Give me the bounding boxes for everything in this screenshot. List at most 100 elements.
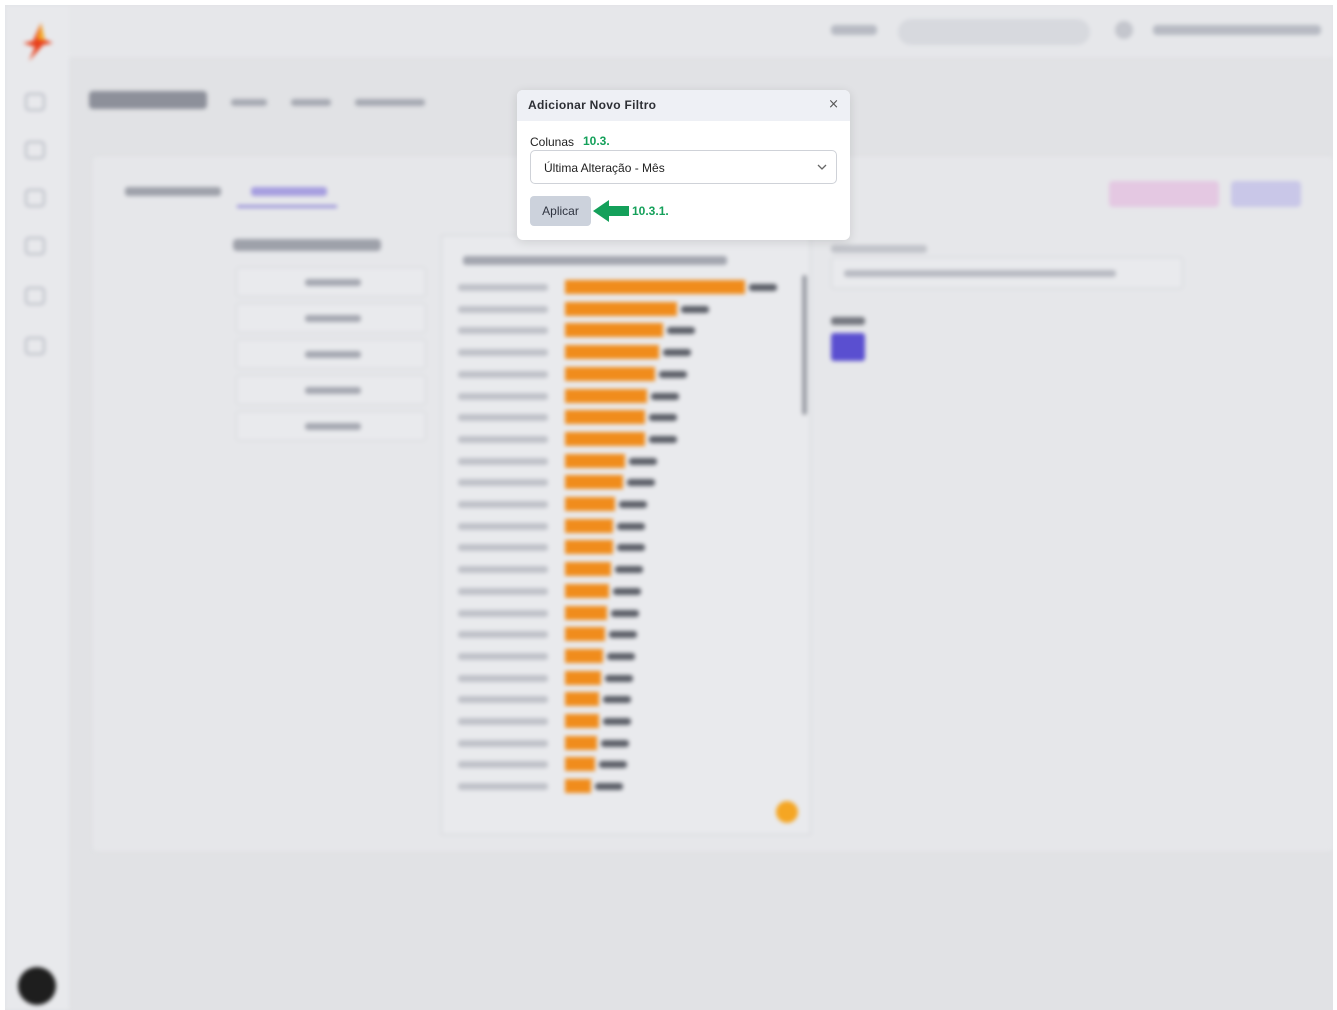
add-filter-modal: Adicionar Novo Filtro × Colunas 10.3. Úl…	[517, 90, 850, 240]
bar-value	[611, 609, 639, 617]
tab-conteudo[interactable]	[251, 187, 327, 196]
bar	[565, 714, 599, 728]
help-button[interactable]	[776, 801, 798, 823]
bar-label	[458, 522, 548, 530]
preview-button[interactable]	[1109, 181, 1219, 207]
bar-value	[619, 501, 647, 508]
step-label-10-3-1: 10.3.1.	[632, 204, 669, 218]
bar-label	[458, 739, 548, 747]
columns-select[interactable]: Última Alteração - Mês	[530, 150, 837, 184]
bar	[565, 562, 611, 577]
modal-title: Adicionar Novo Filtro	[528, 98, 657, 112]
bar-label	[458, 479, 548, 487]
bar-label	[458, 674, 548, 682]
sidebar-icon-settings[interactable]	[25, 189, 45, 207]
bar-label	[458, 457, 548, 465]
bar	[565, 388, 647, 403]
bar	[565, 301, 677, 316]
chart-title	[463, 256, 727, 265]
bar	[565, 692, 599, 707]
bar	[565, 431, 645, 446]
sidebar-icon-monitor[interactable]	[25, 337, 45, 355]
add-to-alert-title	[233, 239, 381, 251]
bar-label	[458, 609, 548, 617]
bar	[565, 779, 591, 794]
arrow-left-icon	[593, 200, 629, 222]
add-dashboard-button[interactable]	[236, 411, 426, 441]
bar	[565, 280, 745, 294]
bar-value	[663, 349, 691, 357]
bar-value	[605, 674, 633, 682]
bar-value	[749, 284, 777, 291]
bar-value	[613, 587, 641, 595]
page-title	[89, 91, 207, 109]
bar-label	[458, 349, 548, 357]
bar-value	[629, 457, 657, 465]
notification-icon[interactable]	[1115, 21, 1133, 39]
user-avatar[interactable]	[18, 967, 56, 1005]
bar	[565, 670, 601, 685]
bar-value	[599, 761, 627, 769]
bar	[565, 366, 655, 381]
bar-label	[458, 783, 548, 791]
bar-label	[458, 631, 548, 639]
sidebar-icon-chat[interactable]	[25, 287, 45, 305]
bar	[565, 410, 645, 425]
bar-value	[607, 652, 635, 660]
bar-label	[458, 566, 548, 574]
bar-value	[603, 718, 631, 725]
bar-value	[609, 631, 637, 639]
bar	[565, 583, 609, 598]
bar	[565, 540, 613, 555]
modal-header: Adicionar Novo Filtro ×	[517, 90, 850, 121]
add-report-button[interactable]	[236, 303, 426, 333]
bar	[565, 453, 625, 468]
bar-label	[458, 652, 548, 660]
close-icon[interactable]: ×	[828, 97, 839, 112]
bar-label	[458, 284, 548, 291]
add-filter-button[interactable]	[831, 333, 865, 361]
filters-label	[831, 317, 865, 325]
breadcrumb-alertas[interactable]	[291, 99, 331, 106]
apply-button[interactable]: Aplicar	[530, 196, 591, 226]
bar-label	[458, 587, 548, 595]
bar-value	[595, 783, 623, 791]
bar-label	[458, 696, 548, 704]
topbar-item[interactable]	[831, 25, 877, 35]
tab-dados[interactable]	[125, 187, 221, 196]
bar	[565, 323, 663, 338]
bar-label	[458, 305, 548, 313]
bar-value	[659, 370, 687, 378]
sidebar-icon-search[interactable]	[25, 237, 45, 255]
breadcrumb-current	[355, 99, 425, 106]
save-button[interactable]	[1231, 181, 1301, 207]
bar	[565, 757, 595, 772]
app-logo-icon	[23, 23, 53, 61]
bar-label	[458, 327, 548, 335]
user-menu[interactable]	[1153, 25, 1321, 35]
chart-title-input[interactable]	[831, 257, 1183, 289]
search-input[interactable]	[898, 19, 1090, 45]
bar-value	[681, 305, 709, 313]
bar	[565, 648, 603, 663]
chevron-down-icon	[817, 164, 827, 170]
bar-value	[667, 327, 695, 335]
bar-value	[617, 544, 645, 552]
sidebar-icon-table[interactable]	[25, 141, 45, 159]
chart-title-label	[831, 245, 927, 253]
add-generative-button[interactable]	[236, 375, 426, 405]
chart-scrollbar[interactable]	[802, 275, 807, 415]
add-chart-button[interactable]	[236, 267, 426, 297]
bar-label	[458, 414, 548, 422]
bar-label	[458, 544, 548, 552]
bar-value	[649, 414, 677, 422]
sidebar	[5, 5, 69, 1010]
add-text-button[interactable]	[236, 339, 426, 369]
selected-column-value: Última Alteração - Mês	[544, 161, 665, 175]
bar-value	[601, 739, 629, 747]
bar	[565, 605, 607, 620]
sidebar-icon-filter[interactable]	[25, 93, 45, 111]
bar-value	[617, 522, 645, 530]
breadcrumb-home[interactable]	[231, 99, 267, 106]
bar	[565, 475, 623, 490]
